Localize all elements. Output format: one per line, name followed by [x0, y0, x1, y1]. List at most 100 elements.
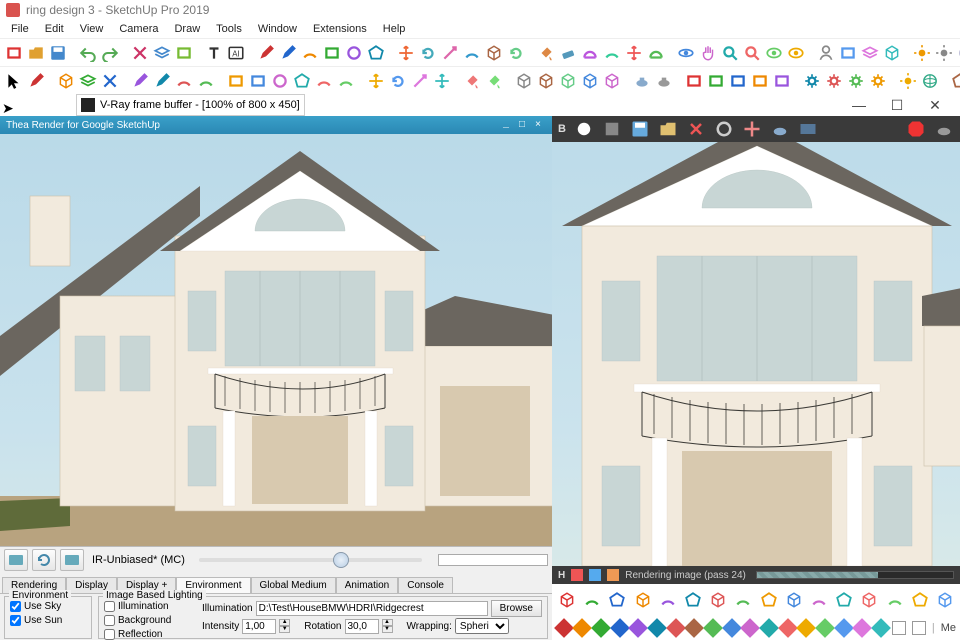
browse-button[interactable]: Browse	[491, 600, 542, 617]
wrapping-select[interactable]: Spheri	[455, 618, 509, 634]
zoom-tool[interactable]	[720, 41, 740, 65]
ibl-reflection-checkbox[interactable]: Reflection	[104, 627, 194, 641]
text-tool[interactable]	[204, 41, 224, 65]
diamond-8[interactable]	[705, 618, 721, 638]
sun-2[interactable]	[898, 69, 918, 93]
shelf-icon-15[interactable]	[934, 588, 956, 612]
r-pie[interactable]	[336, 69, 356, 93]
maximize-button[interactable]: ☐	[878, 94, 916, 116]
shelf-icon-1[interactable]	[581, 588, 603, 612]
vray-folder-icon[interactable]	[658, 119, 678, 139]
circle-tool[interactable]	[344, 41, 364, 65]
menu-file[interactable]: File	[4, 22, 36, 36]
fog-tool[interactable]	[956, 41, 960, 65]
orbit-tool[interactable]	[676, 41, 696, 65]
pencil-tool[interactable]	[256, 41, 276, 65]
diamond-4[interactable]	[631, 618, 647, 638]
diamond-7[interactable]	[687, 618, 703, 638]
vray-move-icon[interactable]	[742, 119, 762, 139]
win-3[interactable]	[728, 69, 748, 93]
win-4[interactable]	[750, 69, 770, 93]
thea-progress-slider[interactable]	[199, 558, 422, 562]
v-wire[interactable]	[514, 69, 534, 93]
diamond-9[interactable]	[724, 618, 740, 638]
vray-blue-icon[interactable]	[589, 569, 601, 581]
menu-window[interactable]: Window	[251, 22, 304, 36]
v-shade[interactable]	[558, 69, 578, 93]
ext-1[interactable]	[802, 69, 822, 93]
ext-3[interactable]	[846, 69, 866, 93]
status-swatch-1[interactable]	[892, 621, 906, 635]
followme-tool[interactable]	[506, 41, 526, 65]
r-line[interactable]	[152, 69, 172, 93]
win-2[interactable]	[706, 69, 726, 93]
win-5[interactable]	[772, 69, 792, 93]
diamond-17[interactable]	[873, 618, 889, 638]
globe-2[interactable]	[920, 69, 940, 93]
x-scale[interactable]	[410, 69, 430, 93]
shelf-icon-6[interactable]	[707, 588, 729, 612]
r-free[interactable]	[174, 69, 194, 93]
shelf-icon-13[interactable]	[883, 588, 905, 612]
menu-extensions[interactable]: Extensions	[306, 22, 374, 36]
vray-orange-icon[interactable]	[607, 569, 619, 581]
slider-thumb[interactable]	[333, 552, 349, 568]
thea-refresh-button[interactable]	[32, 549, 56, 571]
v-mono[interactable]	[602, 69, 622, 93]
r-rect[interactable]	[226, 69, 246, 93]
lasso-tool[interactable]	[26, 69, 46, 93]
shelf-icon-10[interactable]	[808, 588, 830, 612]
axes-tool[interactable]	[624, 41, 644, 65]
shelf-icon-3[interactable]	[632, 588, 654, 612]
r-bez[interactable]	[196, 69, 216, 93]
section-tool[interactable]	[838, 41, 858, 65]
tape-tool[interactable]	[580, 41, 600, 65]
vray-teapot2-icon[interactable]	[934, 119, 954, 139]
vray-panel-icon[interactable]	[798, 119, 818, 139]
shelf-icon-12[interactable]	[858, 588, 880, 612]
person-tool[interactable]	[816, 41, 836, 65]
intensity-input[interactable]	[242, 619, 276, 634]
thea-minimize-icon[interactable]: _	[498, 120, 514, 131]
diamond-14[interactable]	[817, 618, 833, 638]
diamond-12[interactable]	[780, 618, 796, 638]
close-button[interactable]: ✕	[916, 94, 954, 116]
menu-draw[interactable]: Draw	[167, 22, 207, 36]
v-hid[interactable]	[536, 69, 556, 93]
vray-clear-icon[interactable]	[686, 119, 706, 139]
ibl-illumination-checkbox[interactable]: Illumination	[104, 599, 194, 613]
diamond-6[interactable]	[668, 618, 684, 638]
vray-circle-icon[interactable]	[574, 119, 594, 139]
rotation-down[interactable]: ▼	[382, 626, 393, 633]
open-button[interactable]	[26, 41, 46, 65]
rotation-up[interactable]: ▲	[382, 619, 393, 626]
thea-render-button[interactable]	[4, 549, 28, 571]
vray-channel-label[interactable]: B	[558, 123, 566, 135]
diamond-0[interactable]	[556, 618, 572, 638]
x-rot[interactable]	[388, 69, 408, 93]
pan-tool[interactable]	[698, 41, 718, 65]
ibl-background-checkbox[interactable]: Background	[104, 613, 194, 627]
offset-tool[interactable]	[462, 41, 482, 65]
line-tool[interactable]	[278, 41, 298, 65]
shelf-icon-9[interactable]	[783, 588, 805, 612]
r-arc[interactable]	[314, 69, 334, 93]
illum-path-input[interactable]	[256, 601, 488, 616]
mat-1[interactable]	[462, 69, 482, 93]
shelf-icon-0[interactable]	[556, 588, 578, 612]
sun-tool[interactable]	[912, 41, 932, 65]
protractor-tool[interactable]	[602, 41, 622, 65]
menu-edit[interactable]: Edit	[38, 22, 71, 36]
vray-red-icon[interactable]	[571, 569, 583, 581]
undo-button[interactable]	[78, 41, 98, 65]
layers-tool[interactable]	[860, 41, 880, 65]
status-swatch-2[interactable]	[912, 621, 926, 635]
arc-tool[interactable]	[300, 41, 320, 65]
rotate-tool[interactable]	[418, 41, 438, 65]
shelf-icon-2[interactable]	[606, 588, 628, 612]
menu-help[interactable]: Help	[376, 22, 413, 36]
make-group[interactable]	[78, 69, 98, 93]
rect-tool[interactable]	[322, 41, 342, 65]
outliner-tool[interactable]	[882, 41, 902, 65]
minimize-button[interactable]: —	[840, 94, 878, 116]
